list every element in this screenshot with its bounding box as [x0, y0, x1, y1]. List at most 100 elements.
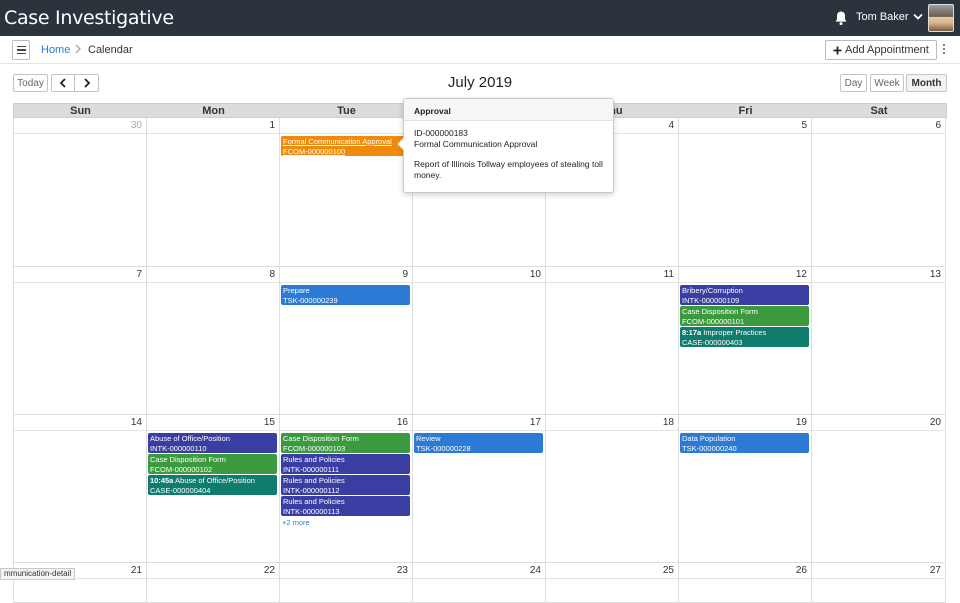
day-number[interactable]: 27	[930, 565, 941, 576]
event-time: 8:17a	[682, 328, 702, 337]
day-cell[interactable]: 30	[14, 118, 147, 267]
day-cell[interactable]: 7	[14, 267, 147, 415]
event-title: Case Disposition Form	[682, 307, 807, 317]
day-number[interactable]: 6	[935, 120, 941, 131]
day-number[interactable]: 19	[796, 417, 807, 428]
day-number[interactable]: 20	[930, 417, 941, 428]
calendar-event[interactable]: Rules and Policies INTK-000000113	[281, 496, 410, 516]
calendar-event[interactable]: Case Disposition Form FCOM-000000102	[148, 454, 277, 474]
day-number[interactable]: 26	[796, 565, 807, 576]
day-cell[interactable]: 19 Data Population TSK-000000240	[679, 415, 812, 563]
hamburger-menu-button[interactable]	[12, 40, 30, 60]
event-title-text: Rules and Policies	[283, 455, 345, 464]
calendar-event[interactable]: Rules and Policies INTK-000000111	[281, 454, 410, 474]
day-cell[interactable]: 1	[147, 118, 280, 267]
day-number[interactable]: 7	[136, 269, 142, 280]
popover-description: Report of Illinois Tollway employees of …	[414, 159, 603, 180]
calendar-event[interactable]: Review TSK-000000228	[414, 433, 543, 453]
day-number[interactable]: 1	[269, 120, 275, 131]
day-number[interactable]: 15	[264, 417, 275, 428]
day-number[interactable]: 30	[131, 120, 142, 131]
calendar-event[interactable]: Data Population TSK-000000240	[680, 433, 809, 453]
event-id: INTK-000000110	[150, 443, 207, 453]
more-events-link[interactable]: +2 more	[282, 518, 310, 527]
app-title: Case Investigative	[4, 7, 174, 29]
day-cell[interactable]: 20	[812, 415, 946, 563]
event-title-text: Rules and Policies	[283, 476, 345, 485]
day-cell[interactable]: 25	[546, 563, 679, 603]
day-cell[interactable]: 17 Review TSK-000000228	[413, 415, 546, 563]
day-cell[interactable]: 24	[413, 563, 546, 603]
event-title: Bribery/Corruption	[682, 286, 807, 296]
plus-icon	[833, 46, 842, 54]
view-day-button[interactable]: Day	[840, 74, 867, 92]
day-cell[interactable]: 12 Bribery/Corruption INTK-000000109 Case D…	[679, 267, 812, 415]
day-number[interactable]: 22	[264, 565, 275, 576]
calendar-event[interactable]: Case Disposition Form FCOM-000000103	[281, 433, 410, 453]
day-cell[interactable]: 10	[413, 267, 546, 415]
day-number[interactable]: 10	[530, 269, 541, 280]
bell-icon[interactable]	[834, 10, 848, 26]
calendar-event[interactable]: Prepare TSK-000000239	[281, 285, 410, 305]
breadcrumb-bar: Home Calendar Add Appointment	[0, 36, 960, 64]
popover-body: ID-000000183 Formal Communication Approv…	[404, 121, 613, 188]
event-title: 10:45a Abuse of Office/Position	[150, 476, 275, 486]
view-month-button[interactable]: Month	[906, 74, 947, 92]
day-cell[interactable]: 27	[812, 563, 946, 603]
day-cell[interactable]: 14	[14, 415, 147, 563]
day-number[interactable]: 9	[402, 269, 408, 280]
event-id: TSK-000000239	[283, 295, 338, 305]
day-cell[interactable]: 18	[546, 415, 679, 563]
event-id: INTK-000000113	[283, 506, 340, 516]
event-title: Data Population	[682, 434, 807, 444]
day-number[interactable]: 14	[131, 417, 142, 428]
calendar-event[interactable]: Formal Communication Approval FCOM-000000…	[281, 136, 410, 156]
calendar-event[interactable]: 8:17a Improper Practices CASE-000000403	[680, 327, 809, 347]
day-cell[interactable]: 5	[679, 118, 812, 267]
week-row: 21 22 23 24 25 26 27	[13, 563, 947, 603]
week-row: 7 8 9 Prepare TSK-000000239 10 11 12 Bribery/Cor…	[13, 267, 947, 415]
day-cell[interactable]: 16 Case Disposition Form FCOM-000000103 Rul…	[280, 415, 413, 563]
view-week-button[interactable]: Week	[870, 74, 904, 92]
calendar-event[interactable]: Abuse of Office/Position INTK-000000110	[148, 433, 277, 453]
day-number[interactable]: 25	[663, 565, 674, 576]
avatar[interactable]	[928, 4, 954, 32]
event-id: FCOM-000000100	[283, 146, 346, 156]
day-number[interactable]: 16	[397, 417, 408, 428]
day-number[interactable]: 18	[663, 417, 674, 428]
calendar-event[interactable]: Bribery/Corruption INTK-000000109	[680, 285, 809, 305]
day-cell[interactable]: 2Formal Communication ApprovalFCOM-00000…	[280, 118, 413, 267]
day-number[interactable]: 23	[397, 565, 408, 576]
event-time: 10:45a	[150, 476, 174, 485]
calendar-event[interactable]: 10:45a Abuse of Office/Position CASE-0000…	[148, 475, 277, 495]
week-row: 14 15 Abuse of Office/Position INTK-0000001…	[13, 415, 947, 563]
day-number[interactable]: 17	[530, 417, 541, 428]
day-cell[interactable]: 8	[147, 267, 280, 415]
user-menu[interactable]: Tom Baker	[856, 11, 923, 23]
more-options-icon[interactable]	[940, 42, 948, 58]
calendar-event[interactable]: Case Disposition Form FCOM-000000101	[680, 306, 809, 326]
calendar-event[interactable]: Rules and Policies INTK-000000112	[281, 475, 410, 495]
weekday-label: Fri	[738, 105, 753, 117]
day-number[interactable]: 8	[269, 269, 275, 280]
day-number[interactable]: 11	[664, 269, 674, 280]
popover-title: Approval	[404, 99, 613, 121]
day-number[interactable]: 12	[796, 269, 807, 280]
day-cell[interactable]: 13	[812, 267, 946, 415]
day-cell[interactable]: 23	[280, 563, 413, 603]
day-number[interactable]: 13	[930, 269, 941, 280]
day-number[interactable]: 21	[131, 565, 142, 576]
add-appointment-button[interactable]: Add Appointment	[825, 40, 937, 60]
day-cell[interactable]: 6	[812, 118, 946, 267]
day-cell[interactable]: 11	[546, 267, 679, 415]
day-number[interactable]: 5	[801, 120, 807, 131]
event-title-text: Review	[416, 434, 441, 443]
event-id: TSK-000000240	[682, 443, 737, 453]
day-number[interactable]: 4	[668, 120, 674, 131]
day-number[interactable]: 24	[530, 565, 541, 576]
breadcrumb-home-link[interactable]: Home	[41, 44, 70, 56]
day-cell[interactable]: 15 Abuse of Office/Position INTK-000000110…	[147, 415, 280, 563]
day-cell[interactable]: 9 Prepare TSK-000000239	[280, 267, 413, 415]
day-cell[interactable]: 26	[679, 563, 812, 603]
day-cell[interactable]: 22	[147, 563, 280, 603]
